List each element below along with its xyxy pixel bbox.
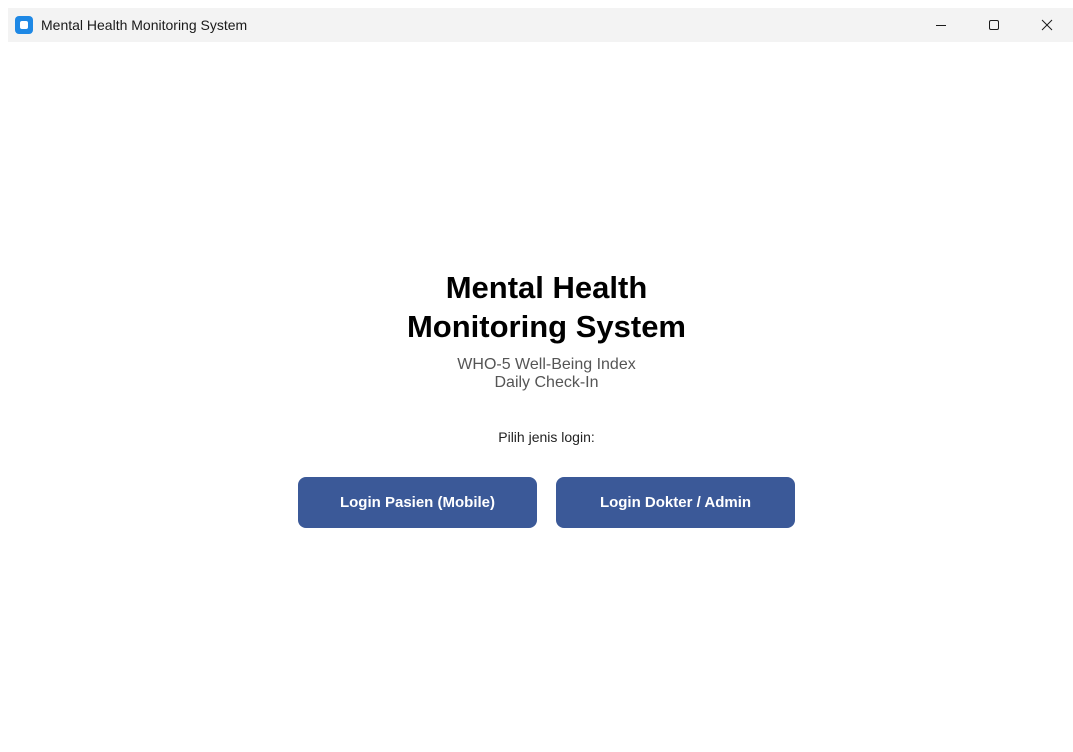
maximize-button[interactable] bbox=[967, 8, 1020, 42]
maximize-icon bbox=[988, 20, 999, 30]
minimize-button[interactable] bbox=[914, 8, 967, 42]
subtitle-line2: Daily Check-In bbox=[494, 374, 599, 391]
subtitle-line1: WHO-5 Well-Being Index bbox=[457, 356, 636, 373]
page-title: Mental Health Monitoring System bbox=[0, 268, 1073, 346]
app-window: Mental Health Monitoring System Mental H… bbox=[0, 0, 1073, 752]
page-subtitle: WHO-5 Well-Being Index Daily Check-In bbox=[0, 356, 1073, 392]
close-button[interactable] bbox=[1020, 8, 1073, 42]
window-controls bbox=[914, 8, 1073, 42]
login-doctor-admin-button[interactable]: Login Dokter / Admin bbox=[556, 477, 795, 528]
title-bar[interactable]: Mental Health Monitoring System bbox=[8, 8, 1073, 42]
app-icon bbox=[15, 16, 33, 34]
login-patient-button[interactable]: Login Pasien (Mobile) bbox=[298, 477, 537, 528]
page-title-line2: Monitoring System bbox=[406, 309, 686, 344]
close-icon bbox=[1041, 19, 1052, 31]
page-title-line1: Mental Health bbox=[445, 270, 648, 305]
main-content: Mental Health Monitoring System WHO-5 We… bbox=[0, 42, 1073, 752]
login-type-prompt: Pilih jenis login: bbox=[498, 429, 595, 445]
minimize-icon bbox=[935, 25, 946, 26]
window-title: Mental Health Monitoring System bbox=[41, 17, 248, 33]
